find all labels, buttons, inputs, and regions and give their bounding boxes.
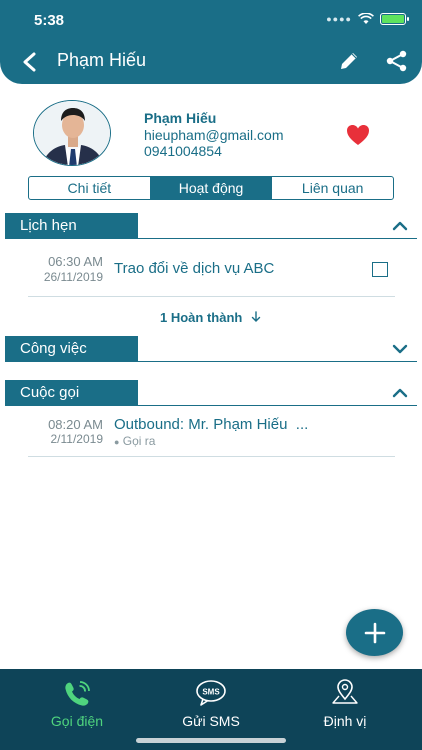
chevron-down-icon[interactable] (391, 341, 409, 357)
nav-sms-label: Gửi SMS (182, 713, 240, 729)
contact-email[interactable]: hieupham@gmail.com (144, 127, 284, 143)
completed-toggle[interactable]: 1 Hoàn thành (0, 310, 422, 325)
page-title: Phạm Hiếu (57, 50, 147, 70)
favorite-button[interactable] (346, 124, 370, 146)
bullet-icon: ● (114, 437, 120, 447)
home-indicator[interactable] (136, 738, 286, 743)
call-title[interactable]: Outbound: Mr. Phạm Hiếu ... (114, 416, 308, 433)
call-type: ● Gọi ra (114, 434, 155, 448)
appointment-date: 26/11/2019 (43, 270, 103, 284)
phone-icon (65, 681, 90, 706)
status-icons: ●●●● (326, 13, 409, 25)
add-button[interactable] (346, 609, 403, 656)
nav-sms[interactable]: SMS Gửi SMS (141, 679, 281, 729)
section-calls-label: Cuộc gọi (5, 380, 138, 406)
appointment-title[interactable]: Trao đổi về dịch vụ ABC (114, 260, 274, 277)
section-calls-header[interactable]: Cuộc gọi (5, 380, 417, 406)
nav-location[interactable]: Định vị (275, 679, 415, 729)
share-icon (386, 50, 407, 72)
share-button[interactable] (384, 48, 410, 74)
contact-photo (34, 101, 110, 165)
plus-icon (364, 622, 385, 643)
call-title-text: Outbound: Mr. Phạm Hiếu (114, 416, 288, 433)
call-title-ellipsis: ... (295, 416, 309, 433)
app-header: 5:38 ●●●● Phạm Hiếu (0, 0, 422, 84)
svg-text:SMS: SMS (202, 688, 220, 697)
wifi-icon (358, 13, 374, 24)
chevron-up-icon[interactable] (391, 218, 409, 234)
tab-bar: Chi tiết Hoạt động Liên quan (28, 176, 394, 200)
battery-icon (380, 13, 409, 25)
list-divider (28, 296, 395, 297)
contact-phone[interactable]: 0941004854 (144, 143, 222, 159)
section-appointments-header[interactable]: Lịch hẹn (5, 213, 417, 239)
status-time: 5:38 (34, 12, 65, 29)
appointment-checkbox[interactable] (372, 262, 388, 277)
nav-call[interactable]: Gọi điện (7, 679, 147, 729)
edit-button[interactable] (336, 48, 362, 74)
call-type-label: Gọi ra (122, 434, 156, 448)
contact-name: Phạm Hiếu (144, 110, 217, 126)
completed-label: 1 Hoàn thành (160, 310, 243, 325)
section-appointments-label: Lịch hẹn (5, 213, 138, 239)
tab-details[interactable]: Chi tiết (29, 177, 151, 199)
location-pin-icon (332, 679, 358, 704)
chevron-up-icon[interactable] (391, 385, 409, 401)
signal-icon: ●●●● (326, 14, 352, 24)
arrow-down-icon (251, 311, 261, 322)
tab-related[interactable]: Liên quan (272, 177, 393, 199)
sms-icon: SMS (196, 680, 226, 706)
call-time: 08:20 AM (48, 417, 103, 432)
tab-activity[interactable]: Hoạt động (150, 177, 273, 199)
nav-call-label: Gọi điện (50, 713, 104, 729)
list-divider (28, 456, 395, 457)
back-button[interactable] (16, 48, 44, 76)
nav-location-label: Định vị (323, 713, 367, 729)
section-tasks-header[interactable]: Công việc (5, 336, 417, 362)
avatar (33, 100, 111, 166)
chevron-left-icon (23, 52, 36, 72)
section-tasks-label: Công việc (5, 336, 138, 362)
heart-icon (347, 125, 369, 145)
call-date: 2/11/2019 (50, 432, 104, 446)
pencil-icon (341, 53, 357, 69)
appointment-time: 06:30 AM (48, 254, 103, 269)
